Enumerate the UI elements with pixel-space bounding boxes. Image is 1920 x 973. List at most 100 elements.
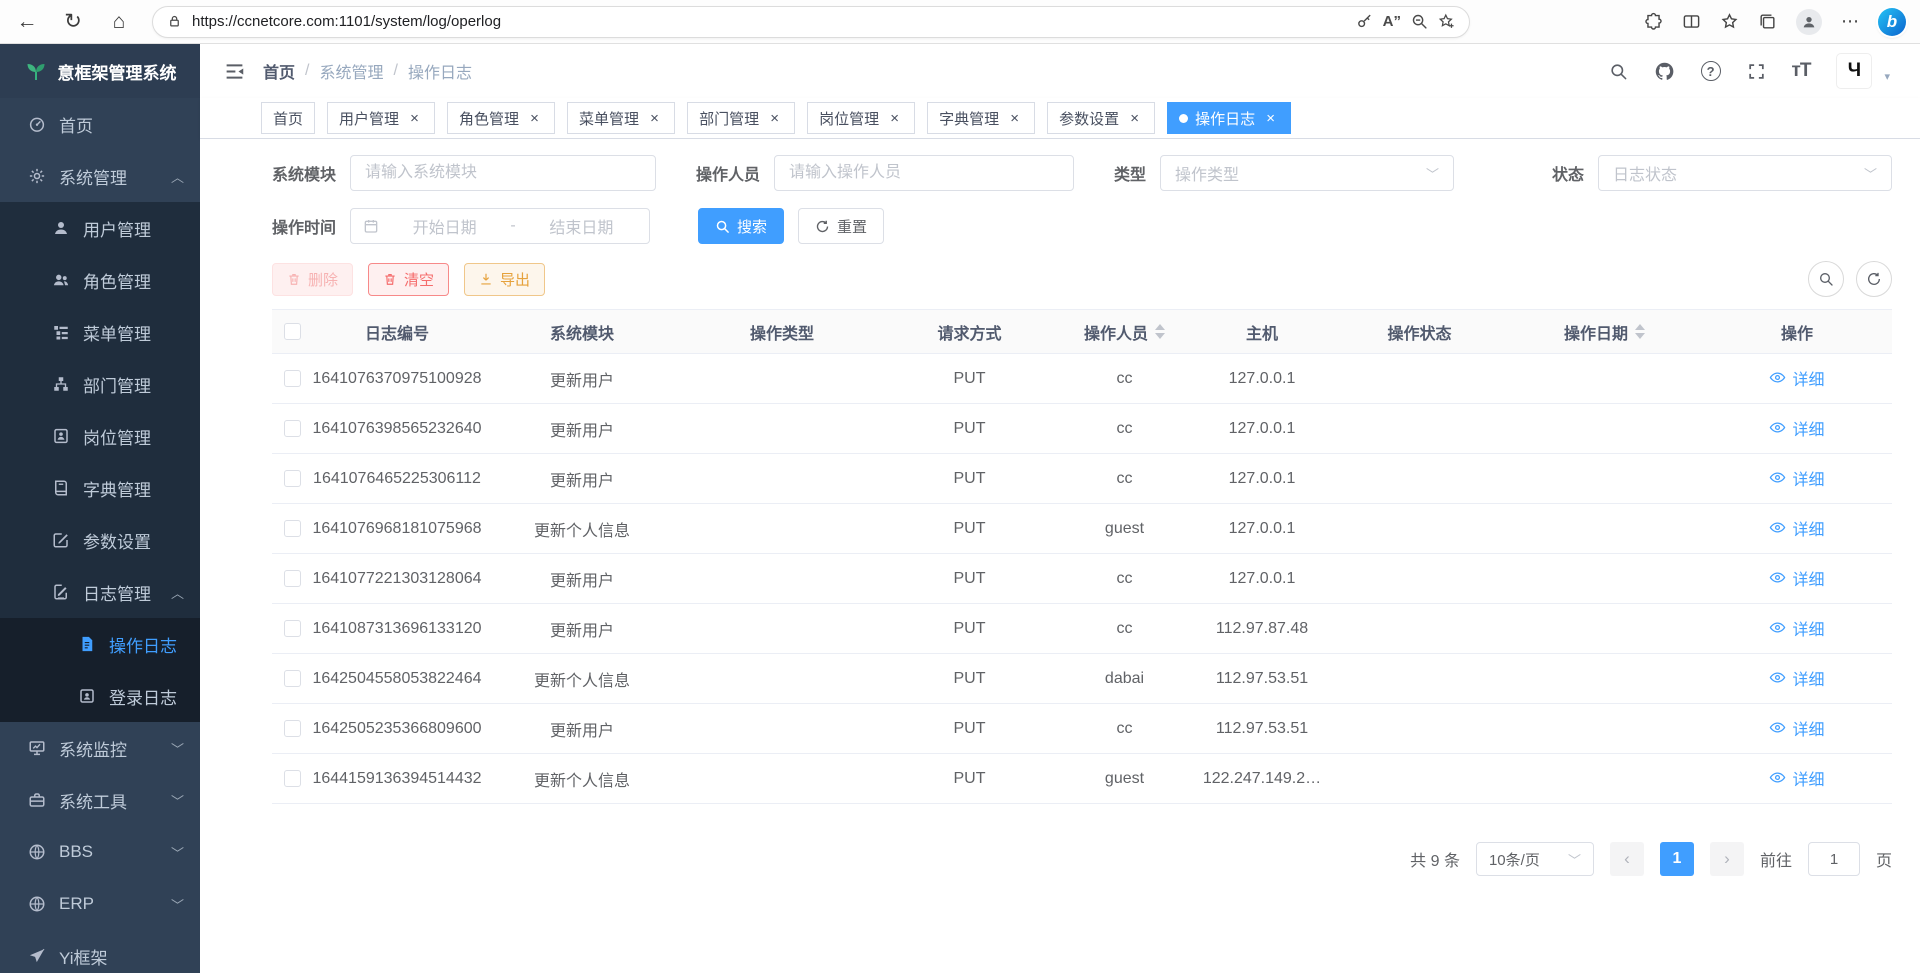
- column-operator[interactable]: 操作人员: [1057, 310, 1192, 354]
- browser-home-icon[interactable]: ⌂: [106, 11, 132, 32]
- address-bar[interactable]: https://ccnetcore.com:1101/system/log/op…: [152, 6, 1470, 38]
- page-tab[interactable]: 用户管理 ×: [327, 102, 435, 134]
- clear-button[interactable]: 清空: [368, 263, 449, 296]
- favorites-icon[interactable]: [1720, 12, 1739, 31]
- sort-icon[interactable]: [1635, 324, 1645, 339]
- refresh-table-button[interactable]: [1856, 261, 1892, 297]
- detail-link[interactable]: 详细: [1769, 616, 1824, 640]
- current-page-button[interactable]: 1: [1660, 842, 1694, 876]
- zoom-out-icon[interactable]: [1411, 13, 1428, 30]
- sidebar-item-role-mgmt[interactable]: 角色管理: [0, 254, 200, 306]
- page-tab[interactable]: 部门管理 ×: [687, 102, 795, 134]
- row-checkbox[interactable]: [284, 620, 301, 637]
- page-tab[interactable]: 参数设置 ×: [1047, 102, 1155, 134]
- row-checkbox[interactable]: [284, 420, 301, 437]
- row-checkbox[interactable]: [284, 670, 301, 687]
- detail-link[interactable]: 详细: [1769, 766, 1824, 790]
- type-select[interactable]: 操作类型 ﹀: [1160, 155, 1454, 191]
- sidebar-item-bbs[interactable]: BBS ﹀: [0, 826, 200, 878]
- page-tab[interactable]: 操作日志 ×: [1167, 102, 1291, 134]
- row-checkbox[interactable]: [284, 370, 301, 387]
- detail-link[interactable]: 详细: [1769, 566, 1824, 590]
- page-size-select[interactable]: 10条/页 ﹀: [1476, 842, 1594, 876]
- extensions-icon[interactable]: [1644, 12, 1663, 31]
- row-checkbox[interactable]: [284, 570, 301, 587]
- user-avatar[interactable]: Ч: [1836, 53, 1872, 89]
- tab-close-icon[interactable]: ×: [526, 110, 543, 127]
- url-text[interactable]: https://ccnetcore.com:1101/system/log/op…: [192, 13, 1346, 30]
- sidebar-item-post-mgmt[interactable]: 岗位管理: [0, 410, 200, 462]
- detail-link[interactable]: 详细: [1769, 516, 1824, 540]
- detail-link[interactable]: 详细: [1769, 666, 1824, 690]
- table-row[interactable]: 1642505235366809600 更新用户 PUT cc 112.97.5…: [272, 704, 1892, 754]
- password-key-icon[interactable]: [1356, 13, 1373, 30]
- date-range-picker[interactable]: 开始日期 - 结束日期: [350, 208, 650, 244]
- select-all-checkbox[interactable]: [284, 323, 301, 340]
- read-aloud-icon[interactable]: A”: [1383, 13, 1401, 30]
- status-select[interactable]: 日志状态 ﹀: [1598, 155, 1892, 191]
- tab-close-icon[interactable]: ×: [1006, 110, 1023, 127]
- detail-link[interactable]: 详细: [1769, 416, 1824, 440]
- split-screen-icon[interactable]: [1682, 12, 1701, 31]
- sidebar-item-menu-mgmt[interactable]: 菜单管理: [0, 306, 200, 358]
- table-row[interactable]: 1641076398565232640 更新用户 PUT cc 127.0.0.…: [272, 404, 1892, 454]
- collections-icon[interactable]: [1758, 12, 1777, 31]
- module-input[interactable]: [350, 155, 656, 191]
- table-row[interactable]: 1641077221303128064 更新用户 PUT cc 127.0.0.…: [272, 554, 1892, 604]
- row-checkbox[interactable]: [284, 520, 301, 537]
- sidebar-item-erp[interactable]: ERP ﹀: [0, 878, 200, 930]
- toggle-search-button[interactable]: [1808, 261, 1844, 297]
- goto-page-input[interactable]: [1808, 842, 1860, 876]
- page-tab[interactable]: 角色管理 ×: [447, 102, 555, 134]
- sidebar-item-dept-mgmt[interactable]: 部门管理: [0, 358, 200, 410]
- tab-close-icon[interactable]: ×: [406, 110, 423, 127]
- browser-back-icon[interactable]: ←: [14, 11, 40, 32]
- delete-button[interactable]: 删除: [272, 263, 353, 296]
- sidebar-item-dict-mgmt[interactable]: 字典管理: [0, 462, 200, 514]
- prev-page-button[interactable]: ‹: [1610, 842, 1644, 876]
- sidebar-item-home[interactable]: 首页: [0, 98, 200, 150]
- table-row[interactable]: 1641076465225306112 更新用户 PUT cc 127.0.0.…: [272, 454, 1892, 504]
- next-page-button[interactable]: ›: [1710, 842, 1744, 876]
- add-favorite-star-icon[interactable]: [1438, 13, 1455, 30]
- header-search-icon[interactable]: [1609, 62, 1628, 81]
- sidebar-item-system-tools[interactable]: 系统工具 ﹀: [0, 774, 200, 826]
- table-row[interactable]: 1641076968181075968 更新个人信息 PUT guest 127…: [272, 504, 1892, 554]
- table-row[interactable]: 1641087313696133120 更新用户 PUT cc 112.97.8…: [272, 604, 1892, 654]
- export-button[interactable]: 导出: [464, 263, 545, 296]
- tab-close-icon[interactable]: ×: [1262, 110, 1279, 127]
- fullscreen-icon[interactable]: [1747, 62, 1766, 81]
- sidebar-item-operation-log[interactable]: 操作日志: [0, 618, 200, 670]
- sort-icon[interactable]: [1155, 324, 1165, 339]
- tab-close-icon[interactable]: ×: [646, 110, 663, 127]
- sidebar-item-user-mgmt[interactable]: 用户管理: [0, 202, 200, 254]
- sidebar-item-system[interactable]: 系统管理 ︿: [0, 150, 200, 202]
- tab-close-icon[interactable]: ×: [886, 110, 903, 127]
- detail-link[interactable]: 详细: [1769, 466, 1824, 490]
- detail-link[interactable]: 详细: [1769, 716, 1824, 740]
- sidebar-item-param-settings[interactable]: 参数设置: [0, 514, 200, 566]
- page-tab[interactable]: 字典管理 ×: [927, 102, 1035, 134]
- browser-refresh-icon[interactable]: ↻: [60, 11, 86, 32]
- column-date[interactable]: 操作日期: [1507, 310, 1702, 354]
- page-tab[interactable]: 首页 ×: [261, 102, 315, 134]
- table-row[interactable]: 1642504558053822464 更新个人信息 PUT dabai 112…: [272, 654, 1892, 704]
- breadcrumb-home[interactable]: 首页: [263, 59, 295, 83]
- help-icon[interactable]: ?: [1701, 61, 1721, 81]
- tab-close-icon[interactable]: ×: [1126, 110, 1143, 127]
- app-logo[interactable]: 意框架管理系统: [0, 44, 200, 98]
- operator-input[interactable]: [774, 155, 1074, 191]
- row-checkbox[interactable]: [284, 720, 301, 737]
- detail-link[interactable]: 详细: [1769, 366, 1824, 390]
- bing-copilot-icon[interactable]: b: [1878, 8, 1906, 36]
- reset-button[interactable]: 重置: [798, 208, 884, 244]
- table-row[interactable]: 1644159136394514432 更新个人信息 PUT guest 122…: [272, 754, 1892, 804]
- browser-profile-avatar[interactable]: [1796, 9, 1822, 35]
- page-tab[interactable]: 岗位管理 ×: [807, 102, 915, 134]
- sidebar-item-login-log[interactable]: 登录日志: [0, 670, 200, 722]
- avatar-caret-icon[interactable]: ▾: [1884, 70, 1890, 89]
- browser-more-icon[interactable]: ⋯: [1841, 11, 1859, 32]
- github-icon[interactable]: [1654, 61, 1675, 82]
- page-tab[interactable]: 菜单管理 ×: [567, 102, 675, 134]
- row-checkbox[interactable]: [284, 770, 301, 787]
